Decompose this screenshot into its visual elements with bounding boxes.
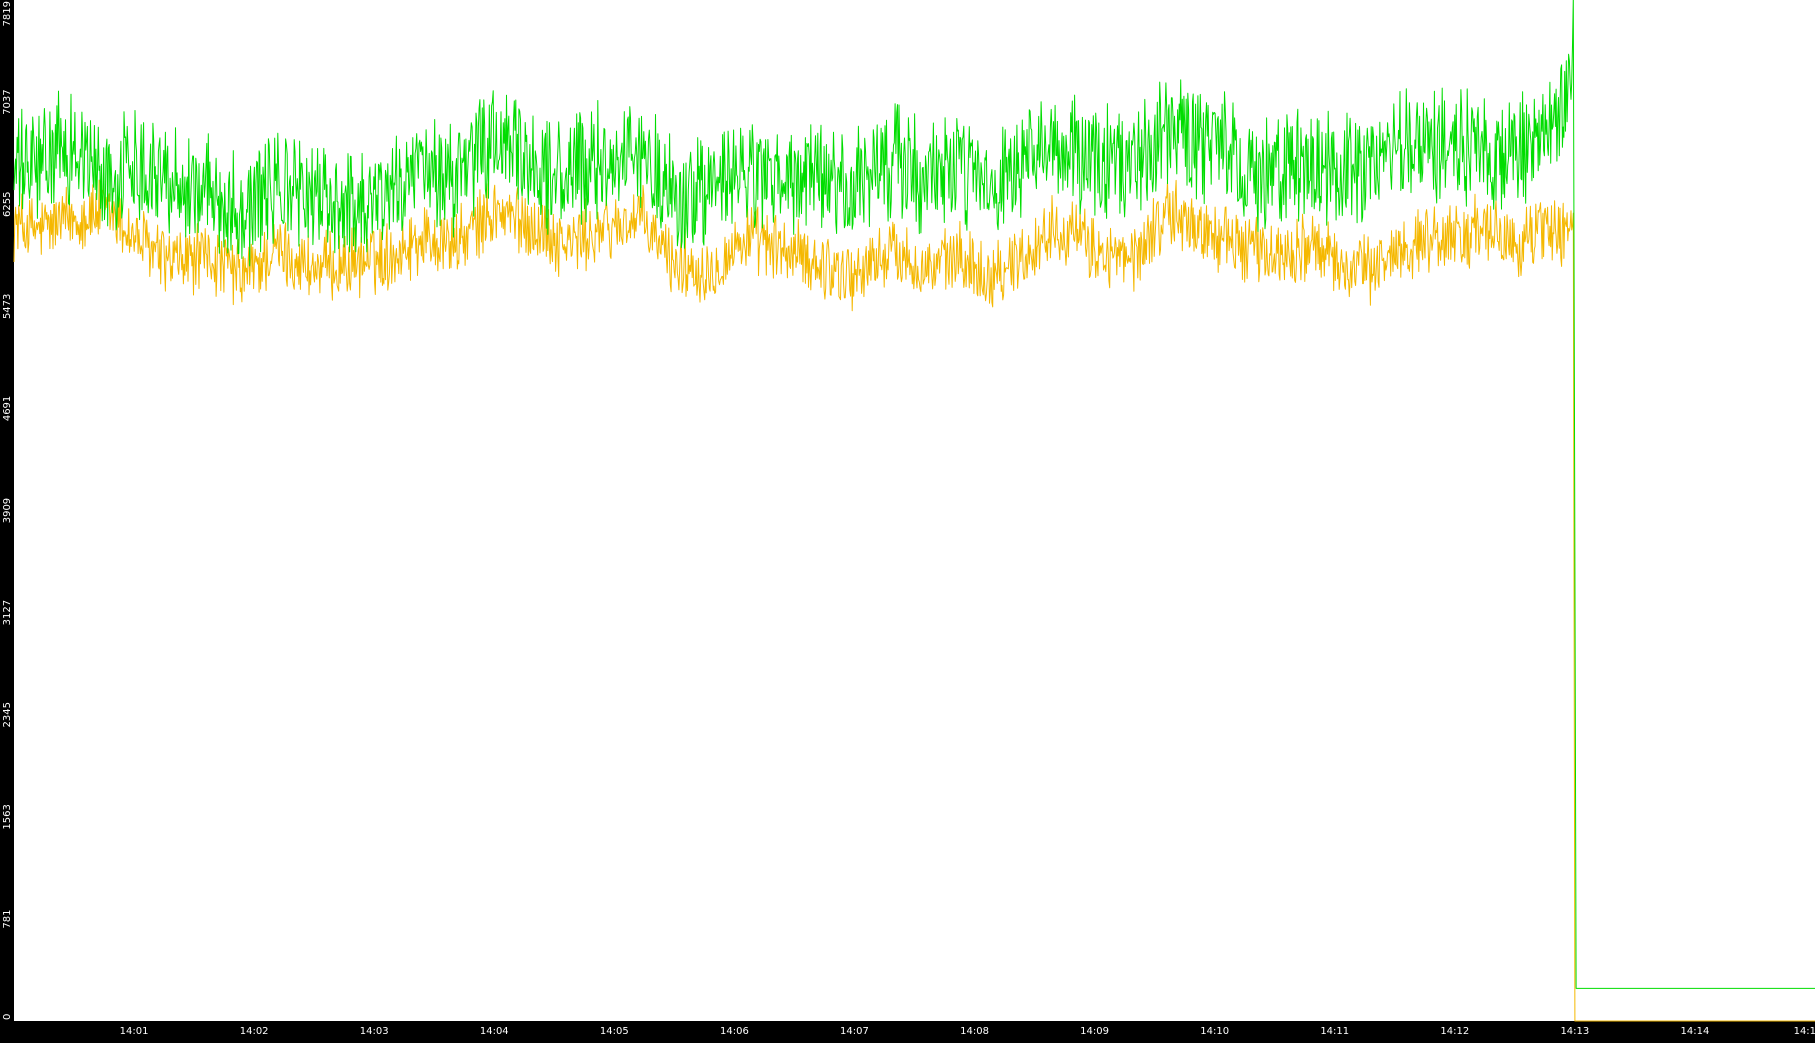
x-tick-label: 14:10 [1200, 1026, 1229, 1037]
x-tick-label: 14:08 [960, 1026, 989, 1037]
x-tick-label: 14:11 [1320, 1026, 1349, 1037]
y-tick-label: 4691 [2, 396, 13, 421]
x-tick-label: 14:06 [720, 1026, 749, 1037]
x-tick-label: 14:05 [600, 1026, 629, 1037]
x-tick-label: 14:04 [480, 1026, 509, 1037]
x-tick-label: 14:01 [120, 1026, 149, 1037]
y-tick-label: 1563 [2, 804, 13, 829]
y-axis: 0 781 1563 2345 3127 3909 4691 5473 6255 7037 7819 [2, 1, 13, 1020]
chart-root: 14:01 14:02 14:03 14:04 14:05 14:06 14:07 14:08… [0, 0, 1815, 1039]
x-tick-label: 14:09 [1080, 1026, 1109, 1037]
y-tick-label: 0 [2, 1014, 13, 1020]
y-tick-label: 7819 [2, 1, 13, 26]
line-chart: 14:01 14:02 14:03 14:04 14:05 14:06 14:07 14:08… [2, 0, 1815, 1037]
x-tick-label: 14:03 [360, 1026, 389, 1037]
x-tick-label: 14:12 [1440, 1026, 1469, 1037]
y-tick-label: 781 [2, 909, 13, 928]
y-tick-label: 3909 [2, 498, 13, 523]
x-axis: 14:01 14:02 14:03 14:04 14:05 14:06 14:07 14:08… [120, 1026, 1815, 1037]
x-tick-label: 14:13 [1560, 1026, 1589, 1037]
y-tick-label: 6255 [2, 191, 13, 216]
x-tick-label: 14:02 [240, 1026, 269, 1037]
y-tick-label: 2345 [2, 702, 13, 727]
x-tick-label: 14:14 [1681, 1026, 1710, 1037]
x-tick-label: 14:15 [1794, 1026, 1815, 1037]
y-tick-label: 3127 [2, 600, 13, 625]
x-tick-label: 14:07 [840, 1026, 869, 1037]
y-tick-label: 7037 [2, 89, 13, 114]
y-tick-label: 5473 [2, 294, 13, 319]
